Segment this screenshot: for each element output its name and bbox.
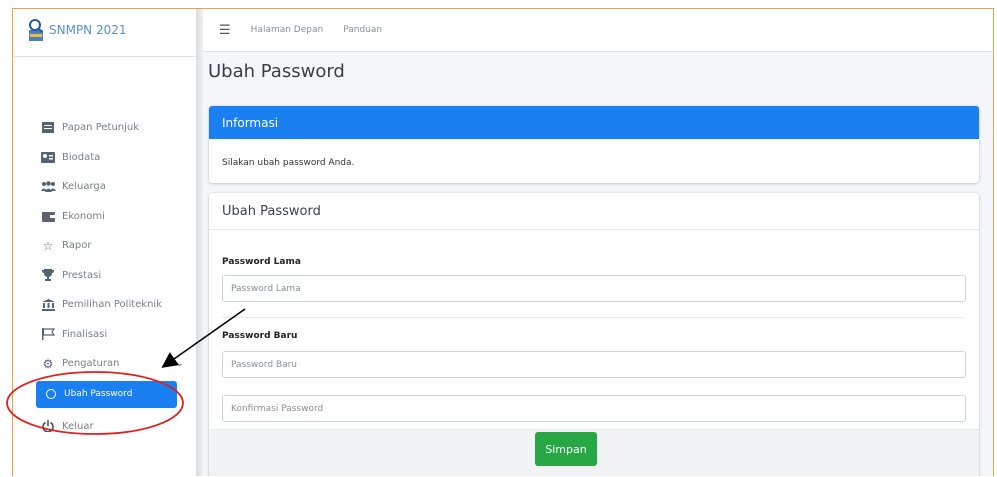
- institution-icon: [40, 298, 56, 312]
- confirm-password-field[interactable]: Konfirmasi Password: [222, 395, 966, 422]
- logo-icon: [27, 18, 45, 42]
- sidebar-item-label: Pemilihan Politeknik: [62, 299, 163, 311]
- new-password-placeholder: Password Baru: [231, 359, 297, 370]
- id-card-icon: [40, 150, 56, 164]
- sidebar-item-keluar[interactable]: Keluar: [13, 412, 196, 442]
- sidebar-item-prestasi[interactable]: Prestasi: [13, 261, 196, 291]
- sidebar-item-finalisasi[interactable]: Finalisasi: [13, 320, 196, 350]
- sidebar-item-papan-petunjuk[interactable]: Papan Petunjuk: [13, 113, 196, 143]
- sidebar-item-label: Prestasi: [62, 269, 102, 281]
- nav-link-guide[interactable]: Panduan: [343, 25, 382, 35]
- top-navbar: ☰ Halaman Depan Panduan: [203, 9, 993, 52]
- dashboard-icon: [40, 121, 56, 135]
- sidebar-item-pemilihan-politeknik[interactable]: Pemilihan Politeknik: [13, 290, 196, 320]
- sidebar: SNMPN 2021 Papan Petunjuk Biodata Keluar…: [13, 9, 196, 476]
- new-password-label: Password Baru: [222, 331, 298, 341]
- flag-icon: [40, 327, 56, 341]
- chevron-down-icon[interactable]: ⌄: [176, 358, 184, 369]
- trophy-icon: [40, 268, 56, 282]
- app-window: SNMPN 2021 Papan Petunjuk Biodata Keluar…: [12, 8, 994, 476]
- sidebar-item-label: Keluar: [62, 420, 94, 432]
- page-title: Ubah Password: [208, 61, 345, 82]
- sidebar-item-label: Ekonomi: [62, 210, 105, 222]
- divider: [222, 317, 966, 318]
- sidebar-item-keluarga[interactable]: Keluarga: [13, 172, 196, 202]
- sidebar-item-ekonomi[interactable]: Ekonomi: [13, 202, 196, 232]
- divider: [13, 56, 196, 57]
- new-password-field[interactable]: Password Baru: [222, 351, 966, 378]
- sidebar-item-label: Rapor: [62, 240, 92, 252]
- circle-outline-icon: [46, 389, 56, 399]
- gear-icon: ⚙: [42, 356, 54, 371]
- info-card-header: Informasi: [209, 106, 979, 139]
- sidebar-item-pengaturan[interactable]: ⚙ Pengaturan ⌄: [13, 349, 196, 379]
- sidebar-subitem-label: Ubah Password: [64, 389, 133, 399]
- sidebar-item-label: Biodata: [62, 151, 101, 163]
- old-password-label: Password Lama: [222, 257, 301, 267]
- sidebar-item-biodata[interactable]: Biodata: [13, 143, 196, 173]
- info-card: Informasi Silakan ubah password Anda.: [209, 106, 979, 183]
- brand[interactable]: SNMPN 2021: [27, 16, 127, 44]
- sidebar-subitem-ubah-password[interactable]: Ubah Password: [36, 380, 177, 408]
- sidebar-item-label: Finalisasi: [62, 328, 108, 340]
- users-icon: [40, 180, 56, 194]
- sidebar-item-rapor[interactable]: ☆ Rapor: [13, 231, 196, 261]
- power-icon: [40, 419, 56, 433]
- sidebar-item-label: Keluarga: [62, 181, 106, 193]
- form-card-header: Ubah Password: [209, 193, 979, 230]
- brand-title: SNMPN 2021: [49, 23, 127, 37]
- sidebar-edge: [196, 9, 203, 476]
- old-password-placeholder: Password Lama: [231, 283, 301, 294]
- wallet-icon: [40, 209, 56, 223]
- save-button[interactable]: Simpan: [535, 432, 597, 466]
- old-password-field[interactable]: Password Lama: [222, 275, 966, 302]
- nav-link-home[interactable]: Halaman Depan: [251, 25, 324, 35]
- sidebar-item-label: Pengaturan: [62, 358, 120, 370]
- info-card-body: Silakan ubah password Anda.: [222, 158, 355, 168]
- confirm-password-placeholder: Konfirmasi Password: [231, 403, 324, 414]
- sidebar-nav: Papan Petunjuk Biodata Keluarga Ekonomi …: [13, 113, 196, 441]
- hamburger-menu-icon[interactable]: ☰: [219, 23, 231, 38]
- sidebar-item-label: Papan Petunjuk: [62, 122, 140, 134]
- star-outline-icon: ☆: [42, 238, 54, 253]
